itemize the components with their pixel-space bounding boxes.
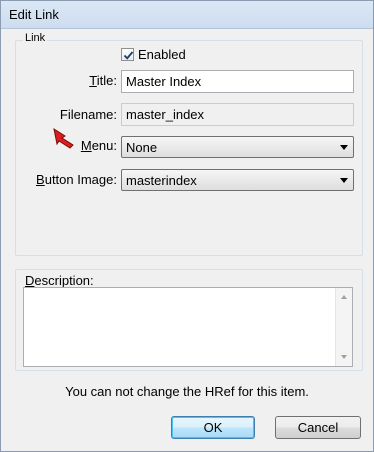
dropdown-arrow-icon bbox=[340, 178, 348, 183]
edit-link-dialog: Edit Link Link Enabled Title: Master Ind… bbox=[0, 0, 374, 452]
href-info-text: You can not change the HRef for this ite… bbox=[65, 384, 309, 399]
scroll-down-icon[interactable] bbox=[341, 355, 347, 359]
scroll-up-icon[interactable] bbox=[341, 295, 347, 299]
dialog-title: Edit Link bbox=[9, 7, 59, 22]
enabled-label[interactable]: Enabled bbox=[138, 47, 186, 62]
enabled-checkbox[interactable] bbox=[121, 48, 134, 61]
filename-label: Filename: bbox=[59, 107, 117, 122]
ok-button[interactable]: OK bbox=[171, 416, 255, 439]
description-label: Description: bbox=[25, 273, 94, 288]
menu-label: Menu: bbox=[80, 138, 117, 153]
title-label: Title: bbox=[89, 73, 117, 88]
description-textarea[interactable] bbox=[23, 287, 353, 367]
cancel-button[interactable]: Cancel bbox=[275, 416, 361, 439]
button-image-dropdown[interactable]: masterindex bbox=[121, 169, 354, 191]
filename-value: master_index bbox=[126, 107, 205, 122]
dropdown-arrow-icon bbox=[340, 145, 348, 150]
title-bar[interactable]: Edit Link bbox=[1, 1, 373, 29]
link-group-label: Link bbox=[23, 32, 48, 44]
menu-selected-value: None bbox=[126, 140, 158, 155]
checkmark-icon bbox=[123, 51, 134, 60]
menu-dropdown[interactable]: None bbox=[121, 136, 354, 158]
filename-field: master_index bbox=[121, 103, 354, 126]
description-scrollbar[interactable] bbox=[335, 288, 352, 366]
button-image-selected-value: masterindex bbox=[126, 173, 197, 188]
button-image-label: Button Image: bbox=[36, 172, 117, 187]
title-input[interactable]: Master Index bbox=[121, 70, 354, 93]
title-input-value: Master Index bbox=[126, 74, 202, 89]
